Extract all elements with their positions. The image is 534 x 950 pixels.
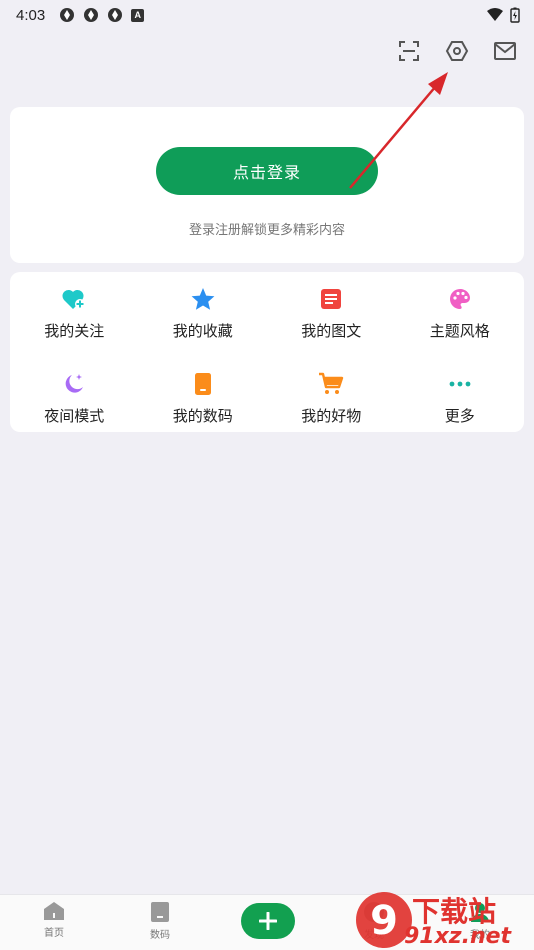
article-icon xyxy=(321,289,342,309)
menu-item-goods[interactable]: 我的好物 xyxy=(267,371,396,426)
scan-icon xyxy=(399,41,419,61)
nav-home[interactable]: 首页 xyxy=(24,901,84,939)
nav-digital[interactable]: 数码 xyxy=(130,901,190,941)
menu-item-more[interactable]: 更多 xyxy=(396,371,525,426)
menu-item-favorites[interactable]: 我的收藏 xyxy=(139,286,268,341)
battery-icon xyxy=(510,7,520,23)
mail-button[interactable] xyxy=(492,38,518,64)
app-screen: 4:03 A 点击登录 登录注册解锁更多精彩内容 我的关注 我的收藏 我的图文 … xyxy=(0,0,534,950)
status-bar: 4:03 A xyxy=(0,0,534,30)
login-button[interactable]: 点击登录 xyxy=(156,147,378,195)
device-icon xyxy=(151,902,169,922)
scan-button[interactable] xyxy=(396,38,422,64)
menu-item-label: 更多 xyxy=(444,408,475,425)
home-icon xyxy=(44,902,64,920)
mail-icon xyxy=(494,42,516,60)
moon-icon xyxy=(65,374,84,393)
menu-item-articles[interactable]: 我的图文 xyxy=(267,286,396,341)
status-notifications: A xyxy=(59,7,145,23)
heart-plus-icon xyxy=(62,289,86,309)
app-notification-icon xyxy=(60,8,75,22)
star-icon xyxy=(191,288,215,310)
a-badge-icon: A xyxy=(131,8,145,22)
menu-item-night-mode[interactable]: 夜间模式 xyxy=(10,371,139,426)
app-notification-icon xyxy=(84,8,99,22)
menu-item-follow[interactable]: 我的关注 xyxy=(10,286,139,341)
menu-item-label: 我的图文 xyxy=(301,323,362,340)
phone-icon xyxy=(194,373,211,395)
login-hint: 登录注册解锁更多精彩内容 xyxy=(188,222,345,237)
watermark: 9 下载站 91xz.net xyxy=(354,890,534,950)
more-dots-icon xyxy=(449,381,471,387)
menu-item-label: 我的数码 xyxy=(172,408,233,425)
wifi-icon xyxy=(487,8,503,21)
menu-item-label: 我的收藏 xyxy=(172,323,233,340)
menu-item-label: 我的好物 xyxy=(301,408,362,425)
top-toolbar xyxy=(396,38,518,64)
settings-icon xyxy=(445,41,469,61)
menu-item-label: 夜间模式 xyxy=(44,408,105,425)
nav-label: 数码 xyxy=(150,930,170,941)
menu-item-label: 我的关注 xyxy=(44,323,105,340)
plus-icon xyxy=(259,912,277,930)
menu-item-digital[interactable]: 我的数码 xyxy=(139,371,268,426)
palette-icon xyxy=(449,289,470,309)
settings-button[interactable] xyxy=(444,38,470,64)
watermark-logo-digit: 9 xyxy=(370,898,398,944)
menu-item-label: 主题风格 xyxy=(429,323,490,340)
nav-label: 首页 xyxy=(44,928,64,939)
login-card: 点击登录 登录注册解锁更多精彩内容 xyxy=(10,107,524,263)
watermark-domain: 91xz.net xyxy=(404,924,512,949)
status-time: 4:03 xyxy=(16,6,46,24)
app-notification-icon xyxy=(108,8,123,22)
add-button[interactable] xyxy=(241,903,295,939)
menu-card: 我的关注 我的收藏 我的图文 主题风格 夜间模式 我的数码 我的好物 更多 xyxy=(10,272,524,432)
menu-item-theme[interactable]: 主题风格 xyxy=(396,286,525,341)
menu-grid: 我的关注 我的收藏 我的图文 主题风格 夜间模式 我的数码 我的好物 更多 xyxy=(10,286,524,426)
cart-icon xyxy=(319,372,344,394)
status-system-icons xyxy=(486,7,520,23)
